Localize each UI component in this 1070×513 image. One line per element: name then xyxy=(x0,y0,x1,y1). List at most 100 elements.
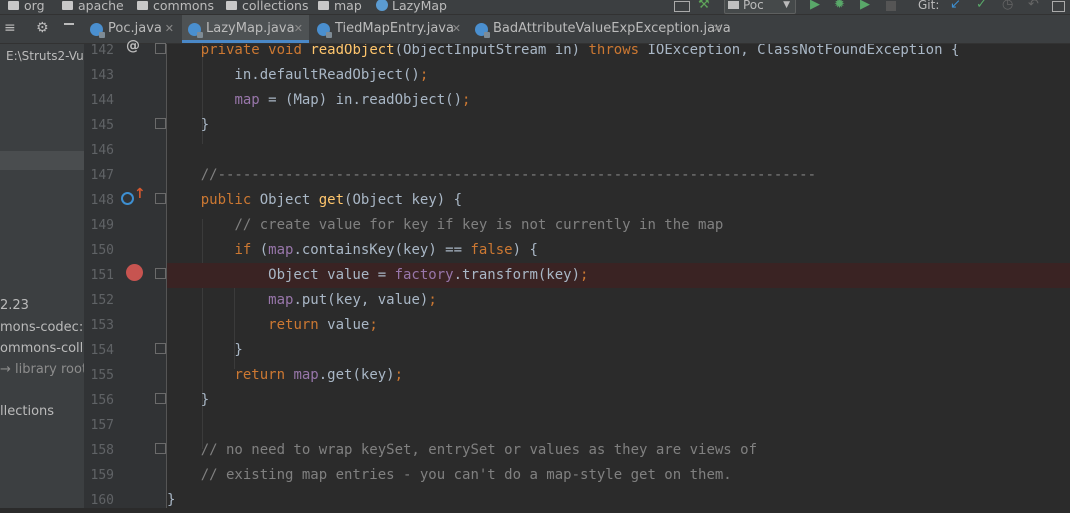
layout-icon[interactable] xyxy=(1052,1,1065,12)
chevron-down-icon: ▼ xyxy=(783,0,790,10)
library-commons-collections[interactable]: ommons-colle xyxy=(0,340,84,358)
folder-icon xyxy=(318,1,329,10)
sidebar-toolbar: ≡ ⚙ xyxy=(0,15,84,44)
run-configuration-select[interactable]: Poc ▼ xyxy=(724,0,796,14)
breakpoint-icon[interactable] xyxy=(126,264,143,281)
class-icon xyxy=(475,23,490,38)
line-number: 146 xyxy=(90,143,114,158)
editor-tab-bar: Poc.java ✕ LazyMap.java ✕ TiedMapEntry.j… xyxy=(84,15,1070,44)
line-number: 152 xyxy=(90,293,114,308)
code-line[interactable]: Object value = factory.transform(key); xyxy=(167,263,1070,288)
code-line[interactable] xyxy=(167,413,1070,438)
close-icon[interactable]: ✕ xyxy=(452,15,461,43)
code-line[interactable]: // create value for key if key is not cu… xyxy=(167,213,1070,238)
class-icon xyxy=(188,23,203,38)
line-number: 157 xyxy=(90,418,114,433)
project-sidebar: ≡ ⚙ E:\Struts2-Vu 2.23 mons-codec:1.9 om… xyxy=(0,15,85,508)
code-line[interactable]: } xyxy=(167,388,1070,413)
project-structure-icon[interactable] xyxy=(674,1,690,12)
stop-icon[interactable] xyxy=(886,1,896,11)
fold-marker[interactable] xyxy=(155,343,166,354)
code-line[interactable]: public Object get(Object key) { xyxy=(167,188,1070,213)
code-line[interactable]: } xyxy=(167,338,1070,363)
library-root-label: → library root xyxy=(0,362,85,377)
debug-icon[interactable]: ✹ xyxy=(834,0,845,12)
implements-method-icon[interactable] xyxy=(121,192,134,205)
close-icon[interactable]: ✕ xyxy=(294,15,303,43)
build-hammer-icon[interactable]: ⚒ xyxy=(698,0,710,12)
fold-marker[interactable] xyxy=(155,193,166,204)
fold-marker[interactable] xyxy=(155,393,166,404)
git-label: Git: xyxy=(918,0,940,12)
sdk-version-item[interactable]: 2.23 xyxy=(0,297,29,315)
code-line[interactable]: // no need to wrap keySet, entrySet or v… xyxy=(167,438,1070,463)
code-line[interactable]: private void readObject(ObjectInputStrea… xyxy=(167,44,1070,63)
config-icon xyxy=(728,1,739,9)
line-number: 144 xyxy=(90,93,114,108)
breadcrumb-lazymap[interactable]: LazyMap xyxy=(376,0,447,14)
breadcrumb-map[interactable]: map xyxy=(318,0,362,14)
code-line[interactable]: return map.get(key); xyxy=(167,363,1070,388)
class-icon xyxy=(90,23,105,38)
navigation-bar: org apache commons collections map LazyM… xyxy=(0,0,1070,15)
revert-icon[interactable]: ↶ xyxy=(1028,0,1039,12)
line-number: 154 xyxy=(90,343,114,358)
hide-icon[interactable] xyxy=(64,23,74,25)
close-icon[interactable]: ✕ xyxy=(713,15,722,43)
line-number: 142 xyxy=(90,43,114,58)
code-line[interactable]: map = (Map) in.readObject(); xyxy=(167,88,1070,113)
code-editor[interactable]: private void readObject(ObjectInputStrea… xyxy=(167,44,1070,508)
line-number: 156 xyxy=(90,393,114,408)
git-update-icon[interactable]: ↙ xyxy=(950,0,961,12)
tab-tiedmapentry-java[interactable]: TiedMapEntry.java ✕ xyxy=(311,15,467,43)
code-line[interactable] xyxy=(167,138,1070,163)
line-number: 151 xyxy=(90,268,114,283)
tab-badattributevalueexpexception-java[interactable]: BadAttributeValueExpException.java ✕ xyxy=(469,15,731,43)
override-at-icon[interactable]: @ xyxy=(126,38,140,54)
fold-marker[interactable] xyxy=(155,118,166,129)
breadcrumb-apache[interactable]: apache xyxy=(62,0,124,14)
line-number: 143 xyxy=(90,68,114,83)
line-number: 153 xyxy=(90,318,114,333)
fold-marker[interactable] xyxy=(155,43,166,54)
code-line[interactable]: return value; xyxy=(167,313,1070,338)
folder-icon xyxy=(8,1,19,10)
line-number: 148 xyxy=(90,193,114,208)
class-icon xyxy=(317,23,332,38)
code-line[interactable]: // existing map entries - you can't do a… xyxy=(167,463,1070,488)
code-line[interactable]: //--------------------------------------… xyxy=(167,163,1070,188)
code-line[interactable]: } xyxy=(167,113,1070,138)
code-line[interactable]: if (map.containsKey(key) == false) { xyxy=(167,238,1070,263)
line-number: 145 xyxy=(90,118,114,133)
code-line[interactable]: } xyxy=(167,488,1070,508)
folder-icon xyxy=(137,1,148,10)
code-line[interactable]: map.put(key, value); xyxy=(167,288,1070,313)
line-number: 150 xyxy=(90,243,114,258)
class-icon xyxy=(376,0,388,11)
code-line[interactable]: in.defaultReadObject(); xyxy=(167,63,1070,88)
breadcrumb-org[interactable]: org xyxy=(8,0,45,14)
breadcrumb-commons[interactable]: commons xyxy=(137,0,214,14)
collapse-all-icon[interactable]: ≡ xyxy=(4,20,16,36)
line-number: 159 xyxy=(90,468,114,483)
library-commons-codec[interactable]: mons-codec:1.9 xyxy=(0,319,84,337)
line-number: 158 xyxy=(90,443,114,458)
history-icon[interactable]: ◷ xyxy=(1002,0,1013,12)
fold-marker[interactable] xyxy=(155,443,166,454)
line-number: 149 xyxy=(90,218,114,233)
line-number: 160 xyxy=(90,493,114,508)
close-icon[interactable]: ✕ xyxy=(165,15,174,43)
editor-gutter[interactable]: 142 143 144 145 146 147 148 149 150 151 152 153 154 1… xyxy=(84,43,167,508)
selected-tree-row[interactable] xyxy=(0,151,84,170)
project-root-path[interactable]: E:\Struts2-Vu xyxy=(6,47,84,65)
gear-icon[interactable]: ⚙ xyxy=(36,20,49,36)
tab-lazymap-java[interactable]: LazyMap.java ✕ xyxy=(182,15,309,43)
git-commit-icon[interactable]: ✓ xyxy=(976,0,987,12)
run-icon[interactable]: ▶ xyxy=(810,0,820,12)
coverage-icon[interactable]: ▶ xyxy=(860,0,870,12)
tree-item-collections[interactable]: llections xyxy=(0,403,54,421)
line-number: 155 xyxy=(90,368,114,383)
breadcrumb-collections[interactable]: collections xyxy=(226,0,309,14)
up-arrow-icon[interactable]: ↑ xyxy=(134,186,146,202)
fold-marker[interactable] xyxy=(155,268,166,279)
